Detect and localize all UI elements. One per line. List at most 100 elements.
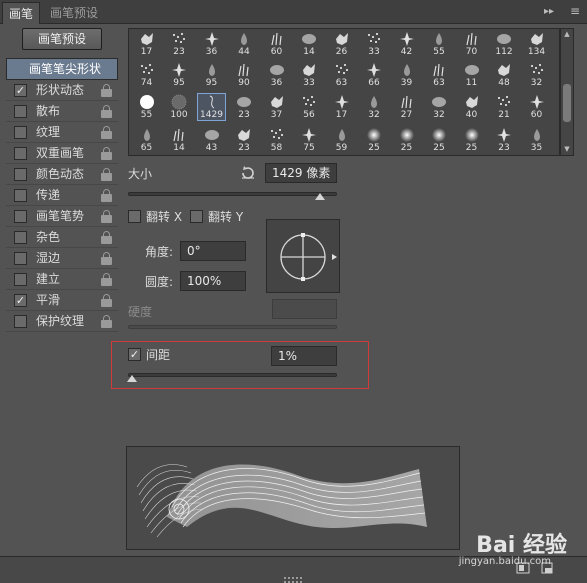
roundness-input[interactable]: 100% (180, 271, 246, 291)
size-input[interactable]: 1429 像素 (265, 163, 337, 183)
scroll-down-icon[interactable]: ▼ (562, 145, 572, 153)
sidebar-item[interactable]: 画笔笔势 (6, 206, 118, 227)
brush-tip-cell[interactable]: 26 (328, 31, 355, 57)
brush-tip-cell[interactable]: 23 (166, 31, 193, 57)
angle-input[interactable]: 0° (180, 241, 246, 261)
brush-tip-cell[interactable]: 44 (231, 31, 258, 57)
brush-tip-cell[interactable]: 23 (231, 94, 258, 120)
brush-tip-cell[interactable]: 66 (361, 62, 388, 88)
tab-brush[interactable]: 画笔 (2, 2, 41, 24)
brush-tip-cell[interactable]: 23 (231, 127, 258, 153)
sidebar-item[interactable]: 杂色 (6, 227, 118, 248)
brush-tip-cell[interactable]: 90 (231, 62, 258, 88)
brush-tip-cell[interactable]: 95 (198, 62, 225, 88)
brush-tip-cell[interactable]: 35 (523, 127, 550, 153)
sidebar-item-brush-tip-shape[interactable]: 画笔笔尖形状 (6, 58, 118, 80)
option-checkbox[interactable] (14, 315, 27, 328)
brush-tip-cell[interactable]: 23 (491, 127, 518, 153)
flip-y-checkbox[interactable] (190, 210, 203, 223)
option-checkbox[interactable] (14, 105, 27, 118)
option-checkbox[interactable] (14, 210, 27, 223)
brush-tip-cell[interactable]: 32 (426, 94, 453, 120)
brush-tip-cell[interactable]: 55 (426, 31, 453, 57)
brush-tip-cell[interactable]: 60 (523, 94, 550, 120)
brush-tip-cell[interactable]: 25 (361, 127, 388, 153)
brush-tip-cell[interactable]: 74 (133, 62, 160, 88)
lock-icon[interactable] (101, 147, 112, 160)
brush-tip-cell[interactable]: 32 (361, 94, 388, 120)
sidebar-item[interactable]: 颜色动态 (6, 164, 118, 185)
sidebar-item[interactable]: 双重画笔 (6, 143, 118, 164)
brush-tip-cell[interactable]: 75 (296, 127, 323, 153)
brush-tip-cell[interactable]: 100 (166, 94, 193, 120)
brush-tip-cell[interactable]: 33 (361, 31, 388, 57)
size-slider-track[interactable] (128, 192, 337, 196)
lock-icon[interactable] (101, 231, 112, 244)
brush-tip-cell[interactable]: 39 (393, 62, 420, 88)
sidebar-item[interactable]: 建立 (6, 269, 118, 290)
resize-grip-icon[interactable] (284, 572, 304, 583)
flip-x-checkbox[interactable] (128, 210, 141, 223)
brush-tip-cell[interactable]: 36 (198, 31, 225, 57)
brush-tip-cell[interactable]: 25 (458, 127, 485, 153)
brush-tip-cell[interactable]: 112 (491, 31, 518, 57)
brush-tip-cell[interactable]: 21 (491, 94, 518, 120)
brush-tip-cell[interactable]: 14 (296, 31, 323, 57)
size-slider-handle[interactable] (315, 193, 326, 200)
brush-presets-button[interactable]: 画笔预设 (22, 28, 102, 50)
tab-brush-presets[interactable]: 画笔预设 (44, 2, 104, 24)
option-checkbox[interactable] (14, 168, 27, 181)
brush-tip-cell[interactable]: 25 (426, 127, 453, 153)
lock-icon[interactable] (101, 168, 112, 181)
lock-icon[interactable] (101, 294, 112, 307)
brush-tip-cell[interactable]: 11 (458, 62, 485, 88)
sidebar-item[interactable]: 湿边 (6, 248, 118, 269)
brush-tip-cell[interactable]: 14 (166, 127, 193, 153)
brush-tip-cell[interactable]: 43 (198, 127, 225, 153)
sidebar-item[interactable]: ✓ 平滑 (6, 290, 118, 311)
brush-tip-cell[interactable]: 60 (263, 31, 290, 57)
option-checkbox[interactable] (14, 126, 27, 139)
brush-tip-cell[interactable]: 37 (263, 94, 290, 120)
lock-icon[interactable] (101, 126, 112, 139)
option-checkbox[interactable] (14, 273, 27, 286)
brush-tip-cell[interactable]: 33 (296, 62, 323, 88)
reset-icon[interactable] (240, 166, 256, 180)
brush-tip-cell[interactable]: 40 (458, 94, 485, 120)
sidebar-item[interactable]: 传递 (6, 185, 118, 206)
brush-tip-cell[interactable]: 59 (328, 127, 355, 153)
collapse-icon[interactable]: ▸▸ (544, 6, 554, 17)
brush-tip-cell[interactable]: 36 (263, 62, 290, 88)
brush-tip-cell[interactable]: 17 (328, 94, 355, 120)
angle-roundness-widget[interactable] (266, 219, 340, 293)
brush-tip-cell[interactable]: 65 (133, 127, 160, 153)
lock-icon[interactable] (101, 252, 112, 265)
lock-icon[interactable] (101, 210, 112, 223)
brush-tip-cell[interactable]: 63 (426, 62, 453, 88)
lock-icon[interactable] (101, 273, 112, 286)
option-checkbox[interactable] (14, 252, 27, 265)
brush-tip-cell[interactable]: 1429 (197, 93, 226, 121)
brush-tip-cell[interactable]: 58 (263, 127, 290, 153)
lock-icon[interactable] (101, 84, 112, 97)
brush-tip-cell[interactable]: 134 (523, 31, 550, 57)
lock-icon[interactable] (101, 315, 112, 328)
option-checkbox[interactable] (14, 231, 27, 244)
lock-icon[interactable] (101, 105, 112, 118)
option-checkbox[interactable]: ✓ (14, 294, 27, 307)
lock-icon[interactable] (101, 189, 112, 202)
sidebar-item[interactable]: ✓ 形状动态 (6, 80, 118, 101)
option-checkbox[interactable] (14, 189, 27, 202)
option-checkbox[interactable] (14, 147, 27, 160)
brush-tip-cell[interactable]: 55 (133, 94, 160, 120)
brush-tip-cell[interactable]: 56 (296, 94, 323, 120)
sidebar-item[interactable]: 保护纹理 (6, 311, 118, 332)
option-checkbox[interactable]: ✓ (14, 84, 27, 97)
scroll-up-icon[interactable]: ▲ (562, 30, 572, 38)
brush-tip-cell[interactable]: 63 (328, 62, 355, 88)
brush-grid-scrollbar[interactable]: ▲ ▼ (560, 28, 574, 156)
scrollbar-thumb[interactable] (563, 84, 571, 122)
sidebar-item[interactable]: 散布 (6, 101, 118, 122)
brush-tip-cell[interactable]: 70 (458, 31, 485, 57)
brush-tip-cell[interactable]: 17 (133, 31, 160, 57)
